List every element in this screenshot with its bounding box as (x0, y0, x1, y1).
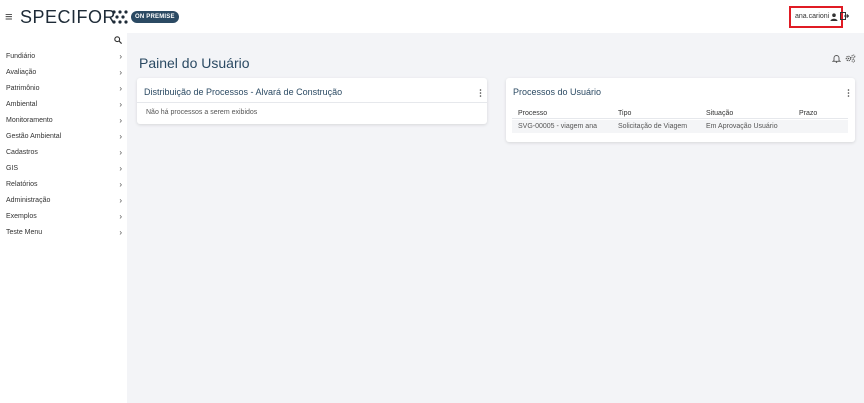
column-header-prazo[interactable]: Prazo (799, 110, 817, 118)
sidebar-item-label: Teste Menu (6, 228, 43, 236)
table-header: Processo Tipo Situação Prazo (512, 108, 848, 119)
sidebar-menu: Fundiário › Avaliação › Patrimônio › Ambien… (0, 48, 127, 240)
cell-processo: SVG-00005 - viagem ana (518, 123, 597, 130)
sidebar-item-label: Exemplos (6, 212, 37, 220)
search-icon[interactable] (114, 36, 122, 44)
chevron-right-icon: › (119, 227, 122, 237)
chevron-right-icon: › (119, 147, 122, 157)
page-title: Painel do Usuário (139, 55, 250, 71)
sidebar-item-label: Ambiental (6, 100, 38, 108)
chevron-right-icon: › (119, 195, 122, 205)
sidebar-item-label: GIS (6, 164, 19, 172)
sidebar-item-label: Avaliação (6, 68, 37, 76)
logo-mark-icon (112, 10, 128, 24)
user-processes-card: Processos do Usuário Processo Tipo Situa… (506, 78, 855, 142)
cell-tipo: Solicitação de Viagem (618, 123, 688, 130)
column-header-situacao[interactable]: Situação (706, 110, 733, 118)
on-premise-badge: ON PREMISE (131, 11, 179, 23)
column-header-processo[interactable]: Processo (518, 110, 547, 118)
user-menu[interactable]: ana.carioni (789, 6, 843, 28)
chevron-right-icon: › (119, 115, 122, 125)
kebab-menu-icon[interactable] (479, 89, 482, 97)
logout-icon[interactable] (840, 12, 849, 20)
sidebar-item-gis[interactable]: GIS › (0, 160, 127, 176)
user-icon[interactable] (830, 13, 838, 21)
distribution-card: Distribuição de Processos - Alvará de Co… (137, 78, 487, 124)
sidebar-item-teste-menu[interactable]: Teste Menu › (0, 224, 127, 240)
username[interactable]: ana.carioni (795, 13, 829, 21)
sidebar: Fundiário › Avaliação › Patrimônio › Ambien… (0, 33, 127, 403)
sidebar-item-patrimonio[interactable]: Patrimônio › (0, 80, 127, 96)
gears-icon[interactable] (845, 54, 856, 63)
chevron-right-icon: › (119, 51, 122, 61)
distribution-card-title: Distribuição de Processos - Alvará de Co… (144, 87, 343, 97)
bell-icon[interactable] (832, 54, 841, 63)
table-row[interactable]: SVG-00005 - viagem ana Solicitação de Vi… (512, 120, 848, 133)
sidebar-item-label: Patrimônio (6, 84, 40, 92)
chevron-right-icon: › (119, 131, 122, 141)
menu-icon[interactable]: ≡ (5, 10, 13, 23)
logo-text: SPECIFOR (20, 7, 117, 27)
empty-message: Não há processos a serem exibidos (146, 109, 258, 116)
top-bar: ≡ SPECIFOR ON PREMISE ana.carioni (0, 0, 864, 33)
user-processes-card-title: Processos do Usuário (513, 87, 602, 97)
cell-situacao: Em Aprovação Usuário (706, 123, 778, 130)
chevron-right-icon: › (119, 163, 122, 173)
chevron-right-icon: › (119, 67, 122, 77)
sidebar-item-exemplos[interactable]: Exemplos › (0, 208, 127, 224)
sidebar-item-monitoramento[interactable]: Monitoramento › (0, 112, 127, 128)
sidebar-item-avaliacao[interactable]: Avaliação › (0, 64, 127, 80)
sidebar-item-fundiario[interactable]: Fundiário › (0, 48, 127, 64)
sidebar-item-label: Relatórios (6, 180, 38, 188)
chevron-right-icon: › (119, 99, 122, 109)
kebab-menu-icon[interactable] (847, 89, 850, 97)
sidebar-item-administracao[interactable]: Administração › (0, 192, 127, 208)
sidebar-item-ambiental[interactable]: Ambiental › (0, 96, 127, 112)
sidebar-item-gestao-ambiental[interactable]: Gestão Ambiental › (0, 128, 127, 144)
sidebar-item-label: Administração (6, 196, 51, 204)
sidebar-item-label: Fundiário (6, 52, 36, 60)
sidebar-item-label: Cadastros (6, 148, 38, 156)
sidebar-item-label: Gestão Ambiental (6, 132, 62, 140)
chevron-right-icon: › (119, 179, 122, 189)
chevron-right-icon: › (119, 211, 122, 221)
sidebar-item-cadastros[interactable]: Cadastros › (0, 144, 127, 160)
sidebar-item-label: Monitoramento (6, 116, 53, 124)
sidebar-item-relatorios[interactable]: Relatórios › (0, 176, 127, 192)
column-header-tipo[interactable]: Tipo (618, 110, 631, 118)
chevron-right-icon: › (119, 83, 122, 93)
divider (137, 102, 487, 103)
